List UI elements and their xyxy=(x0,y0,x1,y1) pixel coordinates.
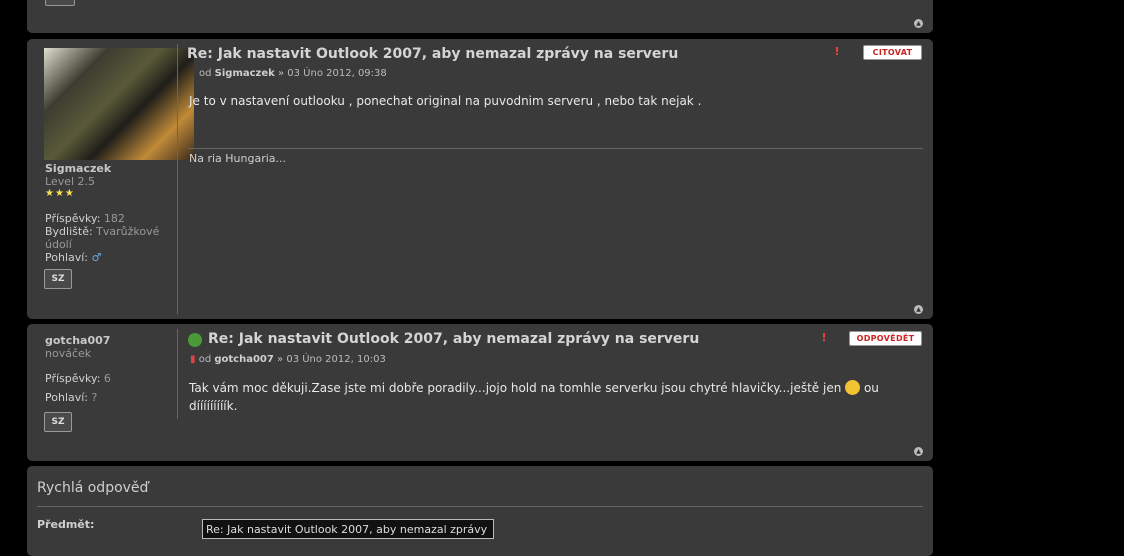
content-line2: dííííííííík. xyxy=(189,399,238,413)
posts-label: Příspěvky: xyxy=(45,212,101,225)
post-profile: Sigmaczek Level 2.5 ★★★ Příspěvky: 182 B… xyxy=(45,162,171,264)
post-meta: ▮ od gotcha007 » 03 Úno 2012, 10:03 xyxy=(190,354,386,365)
meta-prefix: od xyxy=(199,68,212,79)
profile-username[interactable]: gotcha007 xyxy=(45,334,171,347)
quick-reply-panel: Rychlá odpověď Předmět: xyxy=(27,466,933,556)
profile-username[interactable]: Sigmaczek xyxy=(45,162,171,175)
warning-icon[interactable]: ! xyxy=(830,45,844,58)
quote-button[interactable]: CITOVAT xyxy=(863,45,922,60)
avatar xyxy=(44,48,194,160)
post-date: » 03 Úno 2012, 09:38 xyxy=(277,68,387,79)
posts-count: 182 xyxy=(103,212,125,225)
location-label: Bydliště: xyxy=(45,225,93,238)
subject-label: Předmět: xyxy=(37,518,95,531)
author-link[interactable]: gotcha007 xyxy=(214,354,273,365)
content-part1: Tak vám moc děkuji.Zase jste mi dobře po… xyxy=(189,381,842,395)
warning-icon[interactable]: ! xyxy=(817,331,831,344)
posts-count: 6 xyxy=(103,372,111,385)
gender-label: Pohlaví: xyxy=(45,251,89,264)
profile-divider xyxy=(177,44,178,314)
meta-prefix: od xyxy=(198,354,212,365)
previous-post-panel: ▲ xyxy=(27,0,933,33)
signature: Na ria Hungaria... xyxy=(189,152,287,165)
post-title[interactable]: Re: Jak nastavit Outlook 2007, aby nemaz… xyxy=(208,331,699,347)
minipost-icon: ▮ xyxy=(190,354,196,365)
profile-rank: Level 2.5 xyxy=(45,175,96,188)
quick-reply-title: Rychlá odpověď xyxy=(37,480,149,496)
post-content: Je to v nastavení outlooku , ponechat or… xyxy=(189,94,702,108)
rank-stars-icon: ★★★ xyxy=(45,188,75,199)
back-to-top-icon[interactable]: ▲ xyxy=(914,447,923,456)
profile-divider xyxy=(177,329,178,419)
subject-input[interactable] xyxy=(202,519,494,539)
gender-label: Pohlaví: xyxy=(45,391,89,404)
signature-divider xyxy=(188,148,923,149)
reply-button[interactable]: ODPOVĚDĚT xyxy=(849,331,922,346)
pm-button[interactable] xyxy=(45,0,75,6)
quick-reply-divider xyxy=(37,506,923,507)
post-gotcha007: gotcha007 nováček Příspěvky: 6 Pohlaví: … xyxy=(27,324,933,461)
post-icon xyxy=(188,333,202,347)
back-to-top-icon[interactable]: ▲ xyxy=(914,19,923,28)
post-profile: gotcha007 nováček Příspěvky: 6 Pohlaví: … xyxy=(45,334,171,404)
post-meta: od Sigmaczek » 03 Úno 2012, 09:38 xyxy=(199,68,387,79)
male-icon: ♂ xyxy=(91,251,102,264)
unknown-gender-icon: ? xyxy=(91,391,98,404)
smiley-icon xyxy=(845,380,861,395)
content-part2: ou xyxy=(863,381,879,395)
pm-button[interactable]: SZ xyxy=(44,412,72,432)
post-date: » 03 Úno 2012, 10:03 xyxy=(277,354,386,365)
author-link[interactable]: Sigmaczek xyxy=(215,68,275,79)
post-content: Tak vám moc děkuji.Zase jste mi dobře po… xyxy=(189,379,909,415)
pm-button[interactable]: SZ xyxy=(44,269,72,289)
post-sigmaczek: Sigmaczek Level 2.5 ★★★ Příspěvky: 182 B… xyxy=(27,39,933,319)
profile-rank: nováček xyxy=(45,347,92,360)
back-to-top-icon[interactable]: ▲ xyxy=(914,305,923,314)
post-title[interactable]: Re: Jak nastavit Outlook 2007, aby nemaz… xyxy=(187,46,678,62)
posts-label: Příspěvky: xyxy=(45,372,101,385)
